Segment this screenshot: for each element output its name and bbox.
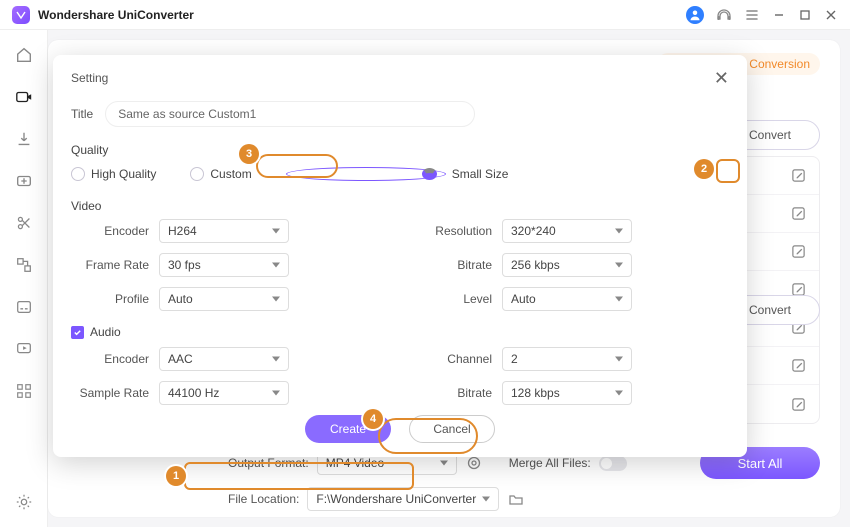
app-logo (12, 6, 30, 24)
video-level-select[interactable]: Auto (502, 287, 632, 311)
sidebar (0, 30, 48, 527)
audio-bitrate-label: Bitrate (414, 386, 492, 400)
video-bitrate-label: Bitrate (414, 258, 492, 272)
annotation-badge-2: 2 (694, 159, 714, 179)
audio-checkbox[interactable] (71, 326, 84, 339)
video-framerate-select[interactable]: 30 fps (159, 253, 289, 277)
window-maximize-icon[interactable] (798, 8, 812, 22)
download-icon[interactable] (13, 128, 35, 150)
audio-section: Audio (71, 325, 729, 339)
titlebar: Wondershare UniConverter (0, 0, 850, 30)
trim-icon[interactable] (13, 212, 35, 234)
cancel-button[interactable]: Cancel (409, 415, 495, 443)
toolbox-icon[interactable] (13, 380, 35, 402)
settings-modal: Setting ✕ Title Quality High Quality Cus… (53, 55, 747, 457)
video-level-label: Level (414, 292, 492, 306)
audio-encoder-label: Encoder (71, 352, 149, 366)
video-icon[interactable] (13, 86, 35, 108)
audio-encoder-select[interactable]: AAC (159, 347, 289, 371)
modal-title: Setting (71, 71, 108, 85)
quality-radio-custom[interactable]: Custom (190, 167, 251, 181)
video-profile-select[interactable]: Auto (159, 287, 289, 311)
quality-radio-high[interactable]: High Quality (71, 167, 156, 181)
titlebar-right (686, 6, 838, 24)
quality-radios: High Quality Custom Small Size (71, 167, 729, 181)
quality-section-label: Quality (71, 143, 729, 157)
audio-samplerate-select[interactable]: 44100 Hz (159, 381, 289, 405)
output-format-label: Output Format: (228, 456, 309, 470)
edit-icon[interactable] (789, 357, 807, 375)
audio-bitrate-select[interactable]: 128 kbps (502, 381, 632, 405)
audio-section-label: Audio (90, 325, 121, 339)
quality-radio-small[interactable]: Small Size (286, 167, 509, 181)
video-encoder-label: Encoder (71, 224, 149, 238)
video-section-label: Video (71, 199, 729, 213)
edit-icon[interactable] (789, 205, 807, 223)
title-field-label: Title (71, 107, 93, 121)
video-encoder-select[interactable]: H264 (159, 219, 289, 243)
edit-icon[interactable] (789, 395, 807, 413)
player-icon[interactable] (13, 338, 35, 360)
menu-icon[interactable] (744, 7, 760, 23)
edit-icon[interactable] (789, 167, 807, 185)
headset-icon[interactable] (716, 7, 732, 23)
video-resolution-select[interactable]: 320*240 (502, 219, 632, 243)
audio-samplerate-label: Sample Rate (71, 386, 149, 400)
settings-icon[interactable] (13, 491, 35, 513)
modal-close-icon[interactable]: ✕ (714, 69, 729, 87)
annotation-badge-3: 3 (239, 144, 259, 164)
folder-open-icon[interactable] (507, 490, 525, 508)
merge-icon[interactable] (13, 254, 35, 276)
video-framerate-label: Frame Rate (71, 258, 149, 272)
merge-files-toggle[interactable] (599, 456, 627, 471)
window-minimize-icon[interactable] (772, 8, 786, 22)
annotation-badge-1: 1 (166, 466, 186, 486)
audio-channel-select[interactable]: 2 (502, 347, 632, 371)
audio-channel-label: Channel (414, 352, 492, 366)
app-title: Wondershare UniConverter (38, 8, 194, 22)
home-icon[interactable] (13, 44, 35, 66)
file-location-label: File Location: (228, 492, 299, 506)
file-location-select[interactable]: F:\Wondershare UniConverter (307, 487, 499, 511)
video-resolution-label: Resolution (414, 224, 492, 238)
window-close-icon[interactable] (824, 8, 838, 22)
video-bitrate-select[interactable]: 256 kbps (502, 253, 632, 277)
title-input[interactable] (105, 101, 475, 127)
compress-icon[interactable] (13, 170, 35, 192)
video-profile-label: Profile (71, 292, 149, 306)
edit-icon[interactable] (789, 243, 807, 261)
merge-files-label: Merge All Files: (509, 456, 591, 470)
subtitle-icon[interactable] (13, 296, 35, 318)
annotation-badge-4: 4 (363, 409, 383, 429)
user-avatar-icon[interactable] (686, 6, 704, 24)
